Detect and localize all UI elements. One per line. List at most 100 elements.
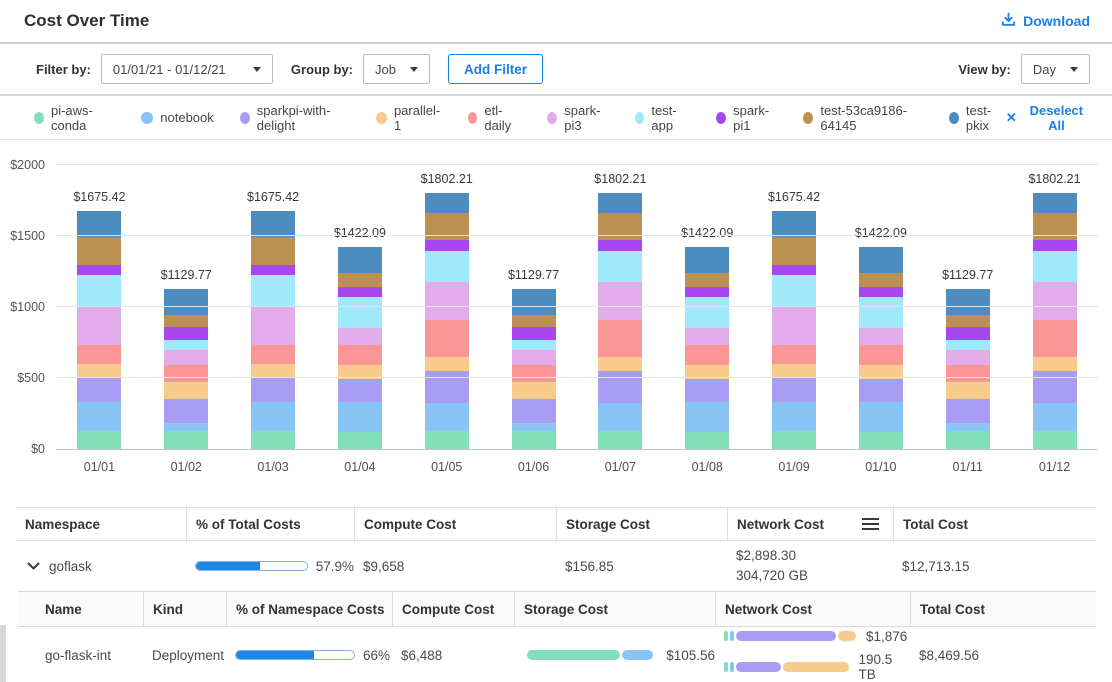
namespace-table: Namespace % of Total Costs Compute Cost … bbox=[16, 507, 1096, 591]
x-axis-tick-label: 01/01 bbox=[84, 460, 115, 474]
bar-segment-spark-pi3 bbox=[164, 350, 208, 364]
namespace-expander[interactable]: goflask bbox=[16, 559, 186, 574]
y-axis-tick-label: $1500 bbox=[10, 229, 45, 243]
bar-segment-test-app bbox=[685, 297, 729, 328]
bar-segment-test-app bbox=[164, 340, 208, 350]
legend-label: notebook bbox=[160, 110, 214, 125]
bar-segment-test-53ca9186-64145 bbox=[77, 237, 121, 265]
col-pct-namespace-costs[interactable]: % of Namespace Costs bbox=[226, 592, 392, 626]
bar-segment-test-app bbox=[425, 251, 469, 282]
column-menu-icon[interactable] bbox=[862, 518, 879, 530]
bar-segment-notebook bbox=[1033, 403, 1077, 431]
legend-item-etl-daily[interactable]: etl-daily bbox=[468, 103, 522, 133]
col-pct-total-costs[interactable]: % of Total Costs bbox=[186, 508, 354, 540]
filter-by-label: Filter by: bbox=[36, 62, 91, 77]
view-by-dropdown[interactable]: Day bbox=[1021, 54, 1090, 84]
breakdown-segment bbox=[622, 650, 653, 660]
bar-total-label: $1129.77 bbox=[508, 268, 559, 282]
bar-segment-parallel-1 bbox=[77, 364, 121, 377]
col-compute-cost[interactable]: Compute Cost bbox=[392, 592, 514, 626]
col-total-cost[interactable]: Total Cost bbox=[910, 592, 1096, 626]
bar-segment-spark-pi1 bbox=[77, 265, 121, 275]
download-button[interactable]: Download bbox=[1001, 12, 1090, 30]
stacked-bar-01/05: $1802.2101/05 bbox=[425, 193, 469, 449]
group-by-dropdown[interactable]: Job bbox=[363, 54, 430, 84]
col-network-cost[interactable]: Network Cost bbox=[715, 592, 910, 626]
bar-series-container: $1675.4201/01$1129.7701/02$1675.4201/03$… bbox=[56, 166, 1098, 449]
bar-segment-test-pkix bbox=[859, 247, 903, 273]
bar-total-label: $1802.21 bbox=[594, 172, 646, 186]
bar-segment-test-pkix bbox=[598, 193, 642, 213]
col-namespace[interactable]: Namespace bbox=[16, 508, 186, 540]
col-name[interactable]: Name bbox=[18, 592, 143, 626]
chevron-down-icon[interactable] bbox=[27, 559, 40, 574]
legend-item-test-pkix[interactable]: test-pkix bbox=[949, 103, 1006, 133]
workload-kind: Deployment bbox=[143, 648, 226, 663]
gridline bbox=[56, 235, 1098, 236]
col-storage-cost[interactable]: Storage Cost bbox=[514, 592, 715, 626]
network-cost-cell: $2,898.30 304,720 GB bbox=[727, 546, 893, 587]
deselect-all-button[interactable]: ✕ Deselect All bbox=[1006, 103, 1088, 133]
legend-label: spark-pi1 bbox=[733, 103, 777, 133]
x-axis-tick-label: 01/05 bbox=[431, 460, 462, 474]
stacked-bar-01/11: $1129.7701/11 bbox=[946, 289, 990, 449]
add-filter-button[interactable]: Add Filter bbox=[448, 54, 543, 84]
legend-item-sparkpi-with-delight[interactable]: sparkpi-with-delight bbox=[240, 103, 351, 133]
x-axis-tick-label: 01/10 bbox=[865, 460, 896, 474]
bar-segment-spark-pi1 bbox=[598, 240, 642, 251]
legend-label: etl-daily bbox=[484, 103, 521, 133]
bar-segment-spark-pi1 bbox=[512, 327, 556, 340]
bar-segment-etl-daily bbox=[512, 365, 556, 383]
col-total-cost[interactable]: Total Cost bbox=[893, 508, 1096, 540]
legend-item-test-53ca9186-64145[interactable]: test-53ca9186-64145 bbox=[803, 103, 923, 133]
compute-cost-value: $6,488 bbox=[392, 648, 514, 663]
bar-segment-test-app bbox=[859, 297, 903, 328]
bar-segment-test-pkix bbox=[164, 289, 208, 315]
legend-item-pi-aws-conda[interactable]: pi-aws-conda bbox=[34, 103, 115, 133]
breakdown-segment bbox=[736, 662, 781, 672]
total-cost-value: $8,469.56 bbox=[910, 648, 1096, 663]
group-by-value: Job bbox=[375, 62, 396, 77]
bar-segment-spark-pi1 bbox=[338, 287, 382, 297]
legend-item-spark-pi1[interactable]: spark-pi1 bbox=[716, 103, 777, 133]
legend-item-notebook[interactable]: notebook bbox=[141, 110, 214, 125]
bar-segment-test-53ca9186-64145 bbox=[338, 273, 382, 287]
legend-label: test-pkix bbox=[966, 103, 1006, 133]
chevron-down-icon bbox=[253, 67, 261, 72]
bar-segment-spark-pi3 bbox=[425, 282, 469, 320]
col-compute-cost[interactable]: Compute Cost bbox=[354, 508, 556, 540]
col-kind[interactable]: Kind bbox=[143, 592, 226, 626]
pct-total-cell: 57.9% bbox=[186, 559, 354, 574]
page-title: Cost Over Time bbox=[24, 11, 149, 31]
date-range-dropdown[interactable]: 01/01/21 - 01/12/21 bbox=[101, 54, 273, 84]
col-network-cost[interactable]: Network Cost bbox=[727, 508, 893, 540]
network-usage-value: 304,720 GB bbox=[736, 566, 893, 586]
bar-segment-spark-pi3 bbox=[77, 307, 121, 345]
x-axis-tick-label: 01/03 bbox=[257, 460, 288, 474]
panel-header: Cost Over Time Download bbox=[0, 0, 1112, 44]
legend-item-test-app[interactable]: test-app bbox=[635, 103, 691, 133]
legend-item-spark-pi3[interactable]: spark-pi3 bbox=[547, 103, 608, 133]
network-cost-value: $2,898.30 bbox=[736, 546, 893, 566]
bar-segment-test-app bbox=[512, 340, 556, 350]
x-axis-tick-label: 01/08 bbox=[692, 460, 723, 474]
bar-segment-notebook bbox=[859, 402, 903, 432]
compute-cost-value: $9,658 bbox=[354, 559, 556, 574]
bar-segment-sparkpi-with-delight bbox=[164, 399, 208, 422]
bar-segment-test-pkix bbox=[946, 289, 990, 315]
workload-table: Name Kind % of Namespace Costs Compute C… bbox=[18, 591, 1096, 682]
table-row-go-flask-int: go-flask-int Deployment 66% $6,488 $105.… bbox=[18, 627, 1096, 682]
storage-breakdown-bar bbox=[527, 650, 656, 660]
table-row-goflask: goflask 57.9% $9,658 $156.85 $2,898.30 3… bbox=[16, 541, 1096, 591]
legend-item-parallel-1[interactable]: parallel-1 bbox=[376, 103, 441, 133]
legend-swatch bbox=[716, 112, 726, 124]
group-by-label: Group by: bbox=[291, 62, 353, 77]
bar-segment-notebook bbox=[512, 423, 556, 432]
progress-bar bbox=[235, 650, 355, 660]
legend-label: spark-pi3 bbox=[564, 103, 608, 133]
legend-label: test-app bbox=[651, 103, 690, 133]
stacked-bar-01/03: $1675.4201/03 bbox=[251, 211, 295, 449]
bar-segment-parallel-1 bbox=[946, 382, 990, 399]
col-storage-cost[interactable]: Storage Cost bbox=[556, 508, 727, 540]
bar-segment-pi-aws-conda bbox=[598, 431, 642, 449]
